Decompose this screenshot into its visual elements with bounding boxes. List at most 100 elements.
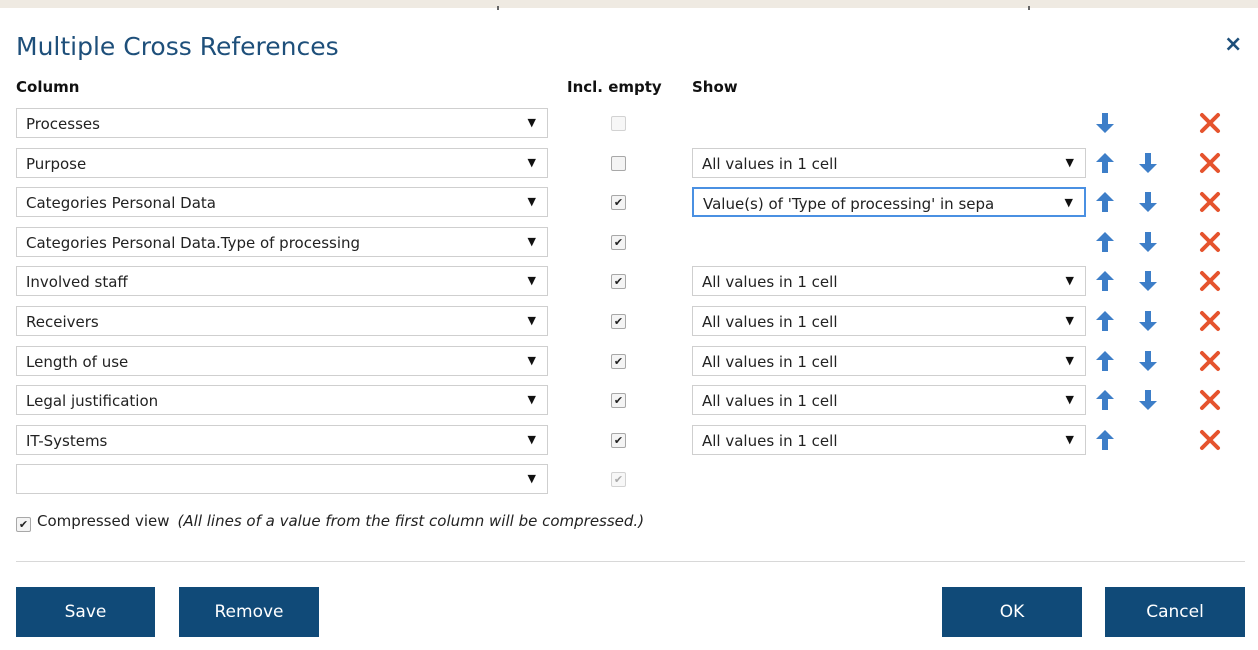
table-row: IT-Systems ▼ ✔ All values in 1 cell ▼ xyxy=(0,425,1258,459)
check-icon: ✔ xyxy=(613,355,624,368)
show-select[interactable]: Value(s) of 'Type of processing' in sepa… xyxy=(692,187,1086,217)
check-icon: ✔ xyxy=(613,196,624,209)
move-up-icon[interactable] xyxy=(1094,151,1116,175)
move-down-icon[interactable] xyxy=(1094,111,1116,135)
compressed-view-checkbox[interactable]: ✔ xyxy=(16,517,31,532)
table-row: Receivers ▼ ✔ All values in 1 cell ▼ xyxy=(0,306,1258,340)
column-select-value: Length of use xyxy=(26,353,129,371)
border-tick xyxy=(1028,6,1030,10)
dropdown-arrow-icon: ▼ xyxy=(527,195,536,208)
move-down-icon[interactable] xyxy=(1137,388,1159,412)
incl-empty-checkbox[interactable]: ✔ xyxy=(611,314,626,329)
dropdown-arrow-icon: ▼ xyxy=(1065,156,1074,169)
incl-empty-checkbox[interactable]: ✔ xyxy=(611,235,626,250)
incl-empty-checkbox[interactable]: ✔ xyxy=(611,274,626,289)
table-row: Length of use ▼ ✔ All values in 1 cell ▼ xyxy=(0,346,1258,380)
delete-row-icon[interactable] xyxy=(1199,190,1221,214)
check-icon: ✔ xyxy=(613,315,624,328)
dropdown-arrow-icon: ▼ xyxy=(527,274,536,287)
show-select[interactable]: All values in 1 cell ▼ xyxy=(692,346,1086,376)
column-select-value: Involved staff xyxy=(26,273,128,291)
incl-empty-checkbox[interactable]: ✔ xyxy=(611,433,626,448)
delete-row-icon[interactable] xyxy=(1199,230,1221,254)
move-up-icon[interactable] xyxy=(1094,190,1116,214)
check-icon: ✔ xyxy=(613,473,624,486)
column-select[interactable]: Legal justification ▼ xyxy=(16,385,548,415)
incl-empty-checkbox[interactable] xyxy=(611,156,626,171)
column-select[interactable]: Purpose ▼ xyxy=(16,148,548,178)
column-select[interactable]: Categories Personal Data ▼ xyxy=(16,187,548,217)
remove-button[interactable]: Remove xyxy=(179,587,319,637)
dropdown-arrow-icon: ▼ xyxy=(527,433,536,446)
move-down-icon[interactable] xyxy=(1137,309,1159,333)
column-select[interactable]: IT-Systems ▼ xyxy=(16,425,548,455)
column-select-value: Processes xyxy=(26,115,100,133)
check-icon: ✔ xyxy=(18,518,29,531)
ok-button[interactable]: OK xyxy=(942,587,1082,637)
show-select[interactable]: All values in 1 cell ▼ xyxy=(692,425,1086,455)
save-button[interactable]: Save xyxy=(16,587,155,637)
table-row: ▼ ✔ xyxy=(0,464,1258,498)
delete-row-icon[interactable] xyxy=(1199,269,1221,293)
incl-empty-checkbox[interactable]: ✔ xyxy=(611,354,626,369)
dropdown-arrow-icon: ▼ xyxy=(527,116,536,129)
dropdown-arrow-icon: ▼ xyxy=(527,354,536,367)
check-icon: ✔ xyxy=(613,275,624,288)
move-up-icon[interactable] xyxy=(1094,428,1116,452)
delete-row-icon[interactable] xyxy=(1199,428,1221,452)
cancel-button[interactable]: Cancel xyxy=(1105,587,1245,637)
show-select-value: All values in 1 cell xyxy=(702,155,838,173)
column-select[interactable]: Length of use ▼ xyxy=(16,346,548,376)
column-select[interactable]: ▼ xyxy=(16,464,548,494)
dropdown-arrow-icon: ▼ xyxy=(527,314,536,327)
move-down-icon[interactable] xyxy=(1137,230,1159,254)
show-select[interactable]: All values in 1 cell ▼ xyxy=(692,148,1086,178)
column-select-value: Categories Personal Data.Type of process… xyxy=(26,234,361,252)
move-down-icon[interactable] xyxy=(1137,349,1159,373)
delete-row-icon[interactable] xyxy=(1199,349,1221,373)
column-select-value: Purpose xyxy=(26,155,87,173)
dropdown-arrow-icon: ▼ xyxy=(527,156,536,169)
table-row: Processes ▼ xyxy=(0,108,1258,142)
move-down-icon[interactable] xyxy=(1137,190,1159,214)
move-down-icon[interactable] xyxy=(1137,269,1159,293)
move-up-icon[interactable] xyxy=(1094,349,1116,373)
show-select[interactable]: All values in 1 cell ▼ xyxy=(692,266,1086,296)
table-row: Categories Personal Data.Type of process… xyxy=(0,227,1258,261)
compressed-view-note: (All lines of a value from the first col… xyxy=(177,512,645,530)
move-down-icon[interactable] xyxy=(1137,151,1159,175)
incl-empty-checkbox[interactable]: ✔ xyxy=(611,393,626,408)
move-up-icon[interactable] xyxy=(1094,388,1116,412)
table-row: Categories Personal Data ▼ ✔ Value(s) of 'T… xyxy=(0,187,1258,221)
move-up-icon[interactable] xyxy=(1094,269,1116,293)
dropdown-arrow-icon: ▼ xyxy=(527,393,536,406)
column-select-value: Receivers xyxy=(26,313,99,331)
delete-row-icon[interactable] xyxy=(1199,309,1221,333)
dropdown-arrow-icon: ▼ xyxy=(527,235,536,248)
show-select-value: All values in 1 cell xyxy=(702,392,838,410)
incl-empty-checkbox[interactable]: ✔ xyxy=(611,195,626,210)
delete-row-icon[interactable] xyxy=(1199,151,1221,175)
move-up-icon[interactable] xyxy=(1094,309,1116,333)
delete-row-icon[interactable] xyxy=(1199,111,1221,135)
show-select[interactable]: All values in 1 cell ▼ xyxy=(692,306,1086,336)
border-tick xyxy=(497,6,499,10)
dialog-title: Multiple Cross References xyxy=(16,32,339,61)
column-select[interactable]: Processes ▼ xyxy=(16,108,548,138)
show-header: Show xyxy=(692,78,738,96)
close-icon[interactable]: × xyxy=(1224,34,1242,56)
show-select[interactable]: All values in 1 cell ▼ xyxy=(692,385,1086,415)
divider xyxy=(16,561,1245,562)
show-select-value: All values in 1 cell xyxy=(702,353,838,371)
move-up-icon[interactable] xyxy=(1094,230,1116,254)
delete-row-icon[interactable] xyxy=(1199,388,1221,412)
dropdown-arrow-icon: ▼ xyxy=(1065,354,1074,367)
check-icon: ✔ xyxy=(613,434,624,447)
compressed-view-option: ✔ Compressed view (All lines of a value fr… xyxy=(16,512,644,532)
column-select[interactable]: Involved staff ▼ xyxy=(16,266,548,296)
column-select[interactable]: Categories Personal Data.Type of process… xyxy=(16,227,548,257)
column-header: Column xyxy=(16,78,80,96)
dropdown-arrow-icon: ▼ xyxy=(1065,314,1074,327)
incl-empty-header: Incl. empty xyxy=(567,78,662,96)
column-select[interactable]: Receivers ▼ xyxy=(16,306,548,336)
